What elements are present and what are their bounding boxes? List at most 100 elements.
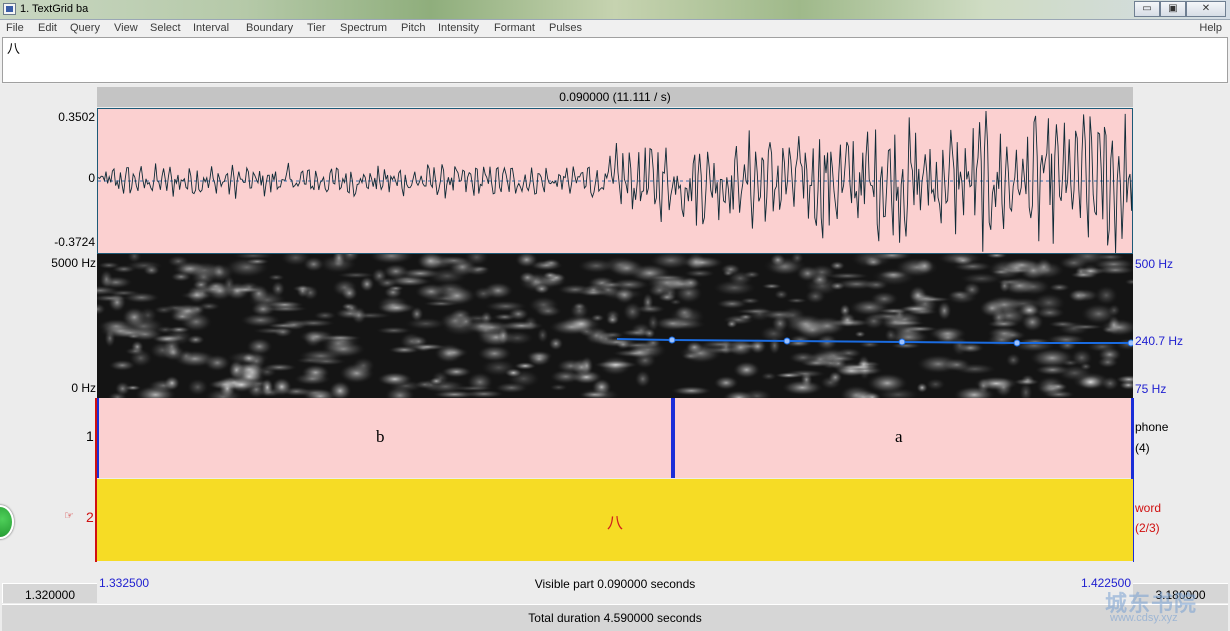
spectrogram-speckle <box>657 292 677 303</box>
spectrogram-speckle <box>984 254 1009 259</box>
menu-edit[interactable]: Edit <box>38 22 57 34</box>
spectrogram-speckle <box>715 298 749 310</box>
spectrogram-speckle <box>251 326 296 335</box>
spectrogram-speckle <box>533 283 551 295</box>
spectrogram-speckle <box>260 377 275 397</box>
total-duration-bar[interactable]: Total duration 4.590000 seconds <box>2 604 1228 631</box>
menu-interval[interactable]: Interval <box>193 22 229 34</box>
close-button[interactable]: ✕ <box>1186 1 1226 17</box>
spectrogram-speckle <box>297 348 345 364</box>
spectrogram-speckle <box>1069 270 1099 279</box>
menu-query[interactable]: Query <box>70 22 100 34</box>
spectrogram-speckle <box>679 255 725 270</box>
spectrogram-speckle <box>205 280 235 302</box>
spectrogram-speckle <box>264 300 305 310</box>
spectrogram-speckle <box>108 359 137 372</box>
spectrogram-speckle <box>1048 382 1069 391</box>
spectrogram-speckle <box>1068 288 1089 303</box>
spectrogram-speckle <box>591 327 611 347</box>
spectrogram-speckle <box>947 289 972 300</box>
spectrogram-speckle <box>437 255 471 266</box>
spectrogram-speckle <box>121 315 166 337</box>
spectrogram-speckle <box>849 254 894 269</box>
spectrogram-speckle <box>794 319 831 341</box>
spectrogram-speckle <box>916 382 929 394</box>
pitch-min-label: 75 Hz <box>1135 382 1167 396</box>
menu-spectrum[interactable]: Spectrum <box>340 22 387 34</box>
spectrogram-speckle <box>548 336 564 351</box>
menu-help[interactable]: Help <box>1199 22 1222 34</box>
spectrogram-speckle <box>889 342 923 350</box>
spectrogram-speckle <box>376 371 414 387</box>
tier-phone[interactable]: b a <box>97 398 1133 478</box>
visible-part-area[interactable]: 1.332500 Visible part 0.090000 seconds 1… <box>97 561 1133 603</box>
pitch-point <box>898 338 906 346</box>
wave-ymax-label: 0.3502 <box>58 110 95 124</box>
tier-word[interactable]: 八 <box>97 479 1133 561</box>
spectrogram-speckle <box>203 353 232 372</box>
menu-file[interactable]: File <box>6 22 24 34</box>
spectrogram-speckle <box>425 267 469 285</box>
menu-select[interactable]: Select <box>150 22 181 34</box>
spectrogram-speckle <box>985 332 1018 348</box>
spectrogram-panel[interactable] <box>97 254 1133 398</box>
spectrogram-speckle <box>204 262 235 283</box>
spectrogram-speckle <box>436 285 478 307</box>
spectrogram-speckle <box>956 342 985 354</box>
minimize-button[interactable]: ▭ <box>1134 1 1160 17</box>
waveform-panel[interactable] <box>97 108 1133 254</box>
spectrogram-speckle <box>626 344 654 360</box>
spectrogram-speckle <box>292 372 332 386</box>
menu-pitch[interactable]: Pitch <box>401 22 425 34</box>
spectrogram-speckle <box>122 291 161 304</box>
interval-b[interactable]: b <box>376 427 385 447</box>
spectrogram-speckle <box>142 264 161 277</box>
spectrogram-speckle <box>232 366 266 387</box>
tier-pointer-icon: ☞ <box>64 510 74 522</box>
menu-bar: File Edit Query View Select Interval Bou… <box>0 20 1230 37</box>
spectrogram-speckle <box>438 310 472 331</box>
pitch-point <box>783 337 791 345</box>
pitch-max-label: 500 Hz <box>1135 257 1174 271</box>
spectrogram-speckle <box>1076 374 1105 390</box>
spectrogram-speckle <box>186 334 206 345</box>
cursor-line[interactable] <box>95 398 97 562</box>
spectrogram-speckle <box>186 377 209 397</box>
spectrogram-speckle <box>634 369 652 389</box>
spectrogram-speckle <box>734 308 777 315</box>
spectrogram-speckle <box>615 339 631 350</box>
spectrogram-speckle <box>1094 284 1119 306</box>
window-start-button[interactable]: 1.320000 <box>2 583 97 603</box>
spectrogram-speckle <box>124 346 146 356</box>
spectrogram-speckle <box>605 314 620 326</box>
menu-boundary[interactable]: Boundary <box>246 22 293 34</box>
spectrogram-speckle <box>572 302 587 311</box>
menu-intensity[interactable]: Intensity <box>438 22 479 34</box>
menu-tier[interactable]: Tier <box>307 22 326 34</box>
spectrogram-speckle <box>340 285 359 302</box>
title-bar: 1. TextGrid ba ▭ ▣ ✕ <box>0 0 1230 20</box>
menu-pulses[interactable]: Pulses <box>549 22 582 34</box>
interval-text-field[interactable]: 八 <box>2 37 1228 83</box>
spectrogram-speckle <box>151 334 183 344</box>
interval-ba[interactable]: 八 <box>607 509 623 533</box>
boundary-line[interactable] <box>671 398 675 478</box>
window-title: 1. TextGrid ba <box>20 3 89 15</box>
spectrogram-speckle <box>990 269 1012 275</box>
spectrogram-speckle <box>787 350 819 365</box>
selection-duration-bar[interactable]: 0.090000 (11.111 / s) <box>97 87 1133 107</box>
tier-number-2: 2 <box>86 509 94 525</box>
spectrogram-speckle <box>726 270 754 287</box>
spectrogram-speckle <box>351 356 376 375</box>
wave-ymin-label: -0.3724 <box>54 235 95 249</box>
spectrogram-speckle <box>659 273 696 292</box>
menu-formant[interactable]: Formant <box>494 22 535 34</box>
window-controls: ▭ ▣ ✕ <box>1134 1 1226 17</box>
tier-name-phone: phone <box>1135 420 1169 434</box>
interval-a[interactable]: a <box>895 427 903 447</box>
spectrogram-speckle <box>97 261 122 270</box>
spectrogram-speckle <box>114 380 131 397</box>
spec-freq-max-label: 5000 Hz <box>51 256 96 270</box>
maximize-button[interactable]: ▣ <box>1160 1 1186 17</box>
menu-view[interactable]: View <box>114 22 138 34</box>
